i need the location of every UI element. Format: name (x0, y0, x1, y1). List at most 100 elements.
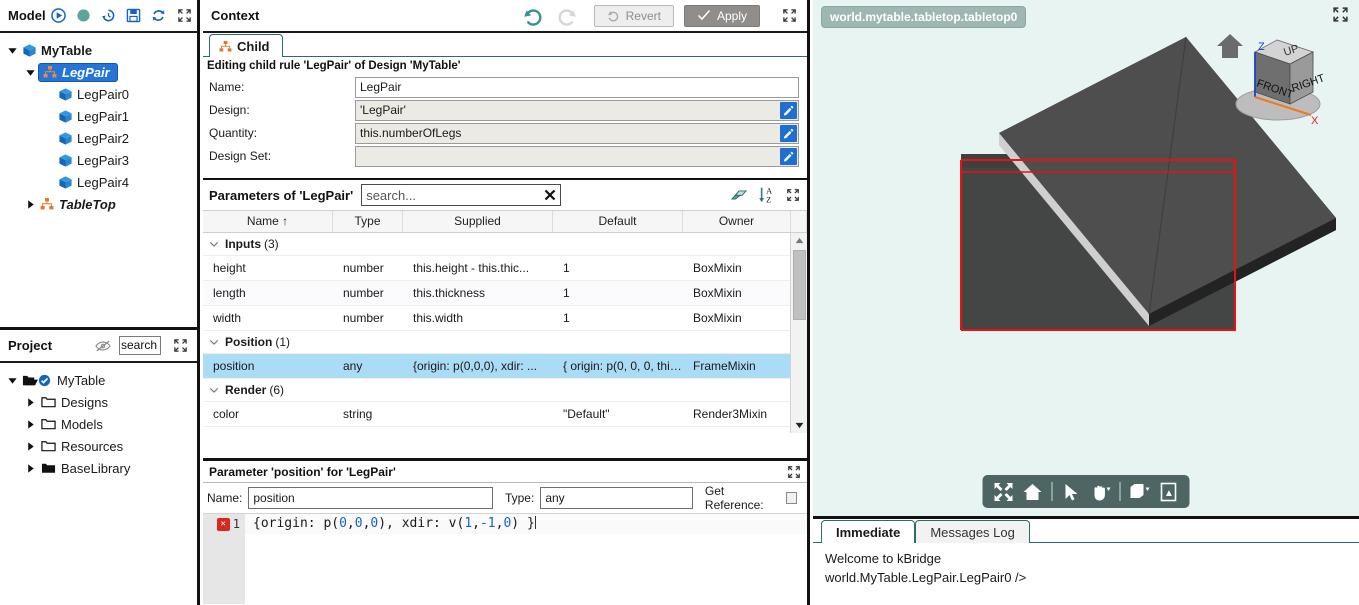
parameters-scrollbar[interactable] (790, 233, 807, 433)
parameter-group-label: Position (225, 335, 273, 349)
parameter-supplied: {origin: p(0,0,0), xdir: ... (413, 359, 538, 373)
project-tree-item-resources[interactable]: Resources (0, 435, 197, 457)
sort-az-icon[interactable]: AZ (758, 185, 778, 205)
undo-icon[interactable] (522, 5, 544, 27)
scroll-up-icon[interactable] (791, 233, 807, 248)
chevron-down-icon[interactable] (203, 385, 225, 395)
context-field-input[interactable] (355, 145, 799, 167)
model-tree-item-legpair0[interactable]: LegPair0 (0, 83, 197, 105)
hierarchy-icon (41, 65, 59, 79)
refresh-icon[interactable] (151, 8, 166, 23)
model-tree-item-legpair[interactable]: LegPair (0, 61, 197, 83)
model-tree-item-legpair4[interactable]: LegPair4 (0, 171, 197, 193)
parameter-owner: BoxMixin (693, 286, 742, 300)
folder-outline-icon (38, 439, 58, 453)
parameter-row[interactable]: position any {origin: p(0,0,0), xdir: ... {… (203, 354, 807, 379)
tab-child[interactable]: Child (209, 34, 283, 57)
expand-icon[interactable] (786, 188, 800, 202)
expand-icon[interactable] (173, 338, 188, 353)
expand-icon[interactable] (782, 8, 797, 23)
chevron-down-icon[interactable] (22, 67, 38, 78)
clear-x-icon[interactable] (544, 189, 556, 201)
code-editor[interactable]: ✕ 1 {origin: p(0,0,0), xdir: v(1,-1,0) } (203, 513, 807, 604)
context-field-label: Design: (209, 103, 250, 117)
model-tree-item-legpair3[interactable]: LegPair3 (0, 149, 197, 171)
display-mode-icon[interactable] (1127, 479, 1153, 505)
edit-pencil-icon[interactable] (780, 124, 797, 142)
model-tree-item-tabletop[interactable]: TableTop (0, 193, 197, 215)
model-panel: Model MyTable LegPair LegPair0 LegPair1 … (0, 0, 197, 327)
parameter-default: 1 (563, 286, 570, 300)
context-field-input[interactable]: this.numberOfLegs (355, 122, 799, 144)
context-field-input[interactable]: 'LegPair' (355, 99, 799, 121)
code-content[interactable]: {origin: p(0,0,0), xdir: v(1,-1,0) } (245, 514, 807, 604)
parameter-name-input[interactable]: position (248, 487, 493, 509)
parameter-row[interactable]: color string "Default" Render3Mixin (203, 402, 807, 427)
tree-item-label: LegPair2 (77, 130, 130, 146)
edit-pencil-icon[interactable] (780, 101, 797, 119)
hierarchy-icon (219, 40, 232, 53)
chevron-right-icon[interactable] (22, 441, 38, 452)
chevron-down-icon[interactable] (4, 45, 20, 56)
chevron-right-icon[interactable] (22, 397, 38, 408)
model-tree-item-legpair1[interactable]: LegPair1 (0, 105, 197, 127)
select-tool-icon[interactable] (1059, 479, 1085, 505)
chevron-down-icon[interactable] (4, 375, 20, 386)
parameter-type-input[interactable]: any (540, 487, 693, 509)
status-dot-icon[interactable] (76, 8, 91, 23)
column-header[interactable]: Owner (683, 211, 791, 232)
project-tree-item-designs[interactable]: Designs (0, 391, 197, 413)
code-line-1[interactable]: {origin: p(0,0,0), xdir: v(1,-1,0) } (245, 514, 807, 534)
revert-button[interactable]: Revert (593, 4, 674, 27)
eraser-icon[interactable] (730, 187, 750, 203)
navigation-cube[interactable]: UP FRONT RIGHT Z X (1215, 12, 1335, 132)
model-tree-item-legpair2[interactable]: LegPair2 (0, 127, 197, 149)
chevron-right-icon[interactable] (22, 419, 38, 430)
project-tree-item-mytable[interactable]: MyTable (0, 369, 197, 391)
parameter-row[interactable]: length number this.thickness 1 BoxMixin (203, 281, 807, 306)
scroll-down-icon[interactable] (791, 418, 807, 433)
console-tab-immediate[interactable]: Immediate (821, 520, 916, 543)
column-header[interactable]: Name ↑ (203, 211, 333, 232)
run-icon[interactable] (50, 8, 66, 23)
parameter-group-row[interactable]: Render (6) (203, 379, 807, 402)
chevron-down-icon[interactable] (203, 337, 225, 347)
export-pdf-icon[interactable]: ▲ (1156, 479, 1182, 505)
project-tree-item-models[interactable]: Models (0, 413, 197, 435)
get-reference-checkbox[interactable] (785, 492, 797, 504)
column-header[interactable]: Default (553, 211, 683, 232)
history-icon[interactable] (101, 8, 116, 23)
application-window: Model MyTable LegPair LegPair0 LegPair1 … (0, 0, 1359, 605)
parameter-row[interactable]: width number this.width 1 BoxMixin (203, 306, 807, 331)
parameters-search-input[interactable]: search... (361, 184, 562, 206)
pan-tool-icon[interactable] (1088, 479, 1114, 505)
console-tab-messages-log[interactable]: Messages Log (915, 520, 1030, 543)
save-icon[interactable] (126, 8, 141, 23)
parameter-group-row[interactable]: Inputs (3) (203, 233, 807, 256)
project-tree-item-baselibrary[interactable]: BaseLibrary (0, 457, 197, 479)
parameter-row[interactable]: height number this.height - this.thic... 1 B… (203, 256, 807, 281)
context-field-label: Name: (209, 80, 245, 94)
context-field-input[interactable]: LegPair (355, 76, 799, 98)
column-header[interactable]: Type (333, 211, 403, 232)
apply-button[interactable]: Apply (683, 4, 760, 27)
chevron-down-icon[interactable] (203, 239, 225, 249)
project-search-input[interactable]: search (119, 336, 161, 355)
column-header[interactable]: Supplied (403, 211, 553, 232)
fit-view-icon[interactable] (991, 479, 1017, 505)
3d-viewport[interactable]: world.mytable.tabletop.tabletop0 UP FRON… (813, 0, 1359, 516)
eye-off-icon[interactable] (95, 339, 111, 353)
chevron-right-icon[interactable] (22, 463, 38, 474)
parameter-group-row[interactable]: Position (1) (203, 331, 807, 354)
home-view-icon[interactable] (1020, 479, 1046, 505)
parameter-editor-header: Parameter 'position' for 'LegPair' (203, 461, 807, 483)
tree-item-label: Models (61, 416, 103, 432)
chevron-right-icon[interactable] (22, 199, 38, 210)
model-tree-item-mytable[interactable]: MyTable (0, 39, 197, 61)
edit-pencil-icon[interactable] (780, 147, 797, 165)
expand-icon[interactable] (787, 465, 801, 479)
maximize-icon[interactable] (177, 8, 192, 23)
scrollbar-thumb[interactable] (793, 250, 806, 320)
folder-outline-icon (38, 417, 58, 431)
tree-item-label: BaseLibrary (61, 460, 131, 476)
